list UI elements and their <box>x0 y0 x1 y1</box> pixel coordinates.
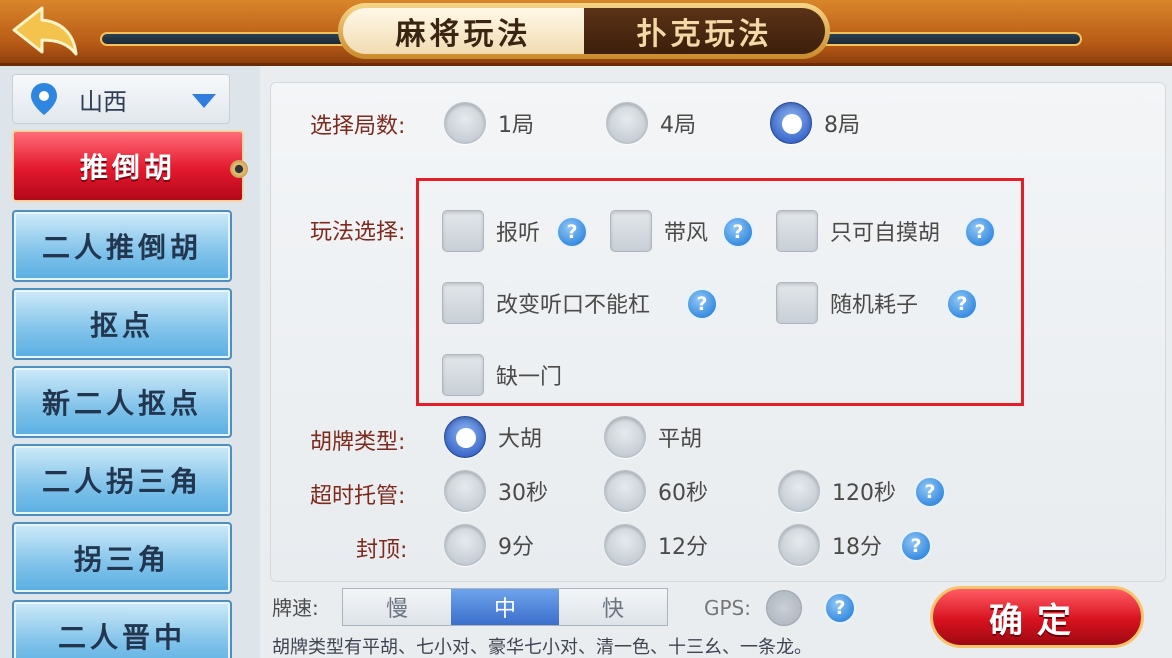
selection-knob-icon <box>230 160 248 178</box>
mode-sidebar: 山西 推倒胡 二人推倒胡 抠点 新二人抠点 二人拐三角 拐三角 二人晋中 <box>0 66 260 658</box>
hu-type-pinghu[interactable]: 平胡 <box>604 416 702 458</box>
region-name: 山西 <box>79 87 127 116</box>
play-option-zimo-only[interactable]: 只可自摸胡 <box>776 210 940 252</box>
help-icon[interactable]: ? <box>946 288 978 320</box>
option-label: 报听 <box>496 221 541 246</box>
play-option-daifeng[interactable]: 带风 <box>610 210 708 252</box>
play-option-queyimen[interactable]: 缺一门 <box>442 354 562 396</box>
region-selector[interactable]: 山西 <box>12 74 230 124</box>
option-label: 缺一门 <box>496 365 563 390</box>
option-label: 平胡 <box>658 427 703 452</box>
play-option-no-gang[interactable]: 改变听口不能杠 <box>442 282 650 324</box>
checkbox[interactable] <box>442 354 484 396</box>
mode-item-guaisanjiao[interactable]: 拐三角 <box>12 522 232 594</box>
option-label: 12分 <box>658 535 708 560</box>
option-label: 改变听口不能杠 <box>496 293 651 318</box>
option-label: 大胡 <box>498 427 543 452</box>
gps-toggle[interactable] <box>766 590 802 626</box>
speed-fast[interactable]: 快 <box>559 589 667 625</box>
speed-slow[interactable]: 慢 <box>343 589 451 625</box>
radio-button-selected[interactable] <box>770 102 812 144</box>
play-option-baoting[interactable]: 报听 <box>442 210 540 252</box>
play-label: 玩法选择: <box>310 220 406 245</box>
option-label: 4局 <box>660 113 696 138</box>
option-label: 120秒 <box>832 481 896 506</box>
cap-label: 封顶: <box>356 538 408 563</box>
option-label: 18分 <box>832 535 882 560</box>
gps-label: GPS: <box>704 596 751 620</box>
checkbox[interactable] <box>442 282 484 324</box>
timeout-60s[interactable]: 60秒 <box>604 470 708 512</box>
radio-button[interactable] <box>444 524 486 566</box>
radio-button[interactable] <box>444 102 486 144</box>
option-label: 60秒 <box>658 481 708 506</box>
radio-button[interactable] <box>606 102 648 144</box>
checkbox[interactable] <box>610 210 652 252</box>
help-icon[interactable]: ? <box>686 288 718 320</box>
tab-poker[interactable]: 扑克玩法 <box>584 8 825 54</box>
cap-12[interactable]: 12分 <box>604 524 708 566</box>
help-icon[interactable]: ? <box>900 530 932 562</box>
mode-item-2p-jinzhong[interactable]: 二人晋中 <box>12 600 232 658</box>
radio-button[interactable] <box>604 524 646 566</box>
option-label: 30秒 <box>498 481 548 506</box>
rounds-option-4[interactable]: 4局 <box>606 102 696 144</box>
mode-item-koudian[interactable]: 抠点 <box>12 288 232 360</box>
option-label: 只可自摸胡 <box>830 221 941 246</box>
top-rail-left <box>100 32 350 46</box>
speed-selector: 慢 中 快 <box>342 588 668 626</box>
back-arrow-icon[interactable] <box>8 4 80 58</box>
option-label: 带风 <box>664 221 709 246</box>
help-icon[interactable]: ? <box>722 216 754 248</box>
tab-mahjong[interactable]: 麻将玩法 <box>343 8 584 54</box>
hu-type-note: 胡牌类型有平胡、七小对、豪华七小对、清一色、十三幺、一条龙。 <box>272 637 812 658</box>
timeout-label: 超时托管: <box>310 484 406 509</box>
checkbox[interactable] <box>776 210 818 252</box>
checkbox[interactable] <box>442 210 484 252</box>
confirm-button[interactable]: 确定 <box>930 586 1144 648</box>
radio-button[interactable] <box>604 416 646 458</box>
help-icon[interactable]: ? <box>914 476 946 508</box>
radio-button[interactable] <box>604 470 646 512</box>
option-label: 随机耗子 <box>830 293 919 318</box>
location-pin-icon <box>31 83 57 115</box>
hu-type-dahu[interactable]: 大胡 <box>444 416 542 458</box>
checkbox[interactable] <box>776 282 818 324</box>
cap-9[interactable]: 9分 <box>444 524 534 566</box>
radio-button[interactable] <box>778 470 820 512</box>
help-icon[interactable]: ? <box>824 592 856 624</box>
top-bar: 麻将玩法 扑克玩法 <box>0 0 1172 66</box>
help-icon[interactable]: ? <box>556 216 588 248</box>
option-label: 9分 <box>498 535 534 560</box>
rounds-option-8[interactable]: 8局 <box>770 102 860 144</box>
top-rail-right <box>820 32 1082 46</box>
mode-item-tuidaohu[interactable]: 推倒胡 <box>12 130 244 202</box>
mode-item-2p-guaisanjiao[interactable]: 二人拐三角 <box>12 444 232 516</box>
radio-button-selected[interactable] <box>444 416 486 458</box>
speed-label: 牌速: <box>272 596 319 620</box>
option-label: 1局 <box>498 113 534 138</box>
mode-item-new-2p-koudian[interactable]: 新二人抠点 <box>12 366 232 438</box>
chevron-down-icon <box>192 94 216 108</box>
mode-item-2p-tuidaohu[interactable]: 二人推倒胡 <box>12 210 232 282</box>
cap-18[interactable]: 18分 <box>778 524 882 566</box>
game-type-tabs: 麻将玩法 扑克玩法 <box>338 3 830 59</box>
timeout-120s[interactable]: 120秒 <box>778 470 896 512</box>
option-label: 8局 <box>824 113 860 138</box>
radio-button[interactable] <box>778 524 820 566</box>
radio-button[interactable] <box>444 470 486 512</box>
rounds-label: 选择局数: <box>310 114 406 139</box>
rounds-option-1[interactable]: 1局 <box>444 102 534 144</box>
help-icon[interactable]: ? <box>964 216 996 248</box>
play-option-random-haozi[interactable]: 随机耗子 <box>776 282 918 324</box>
hu-type-label: 胡牌类型: <box>310 430 406 455</box>
speed-medium[interactable]: 中 <box>451 589 559 625</box>
timeout-30s[interactable]: 30秒 <box>444 470 548 512</box>
